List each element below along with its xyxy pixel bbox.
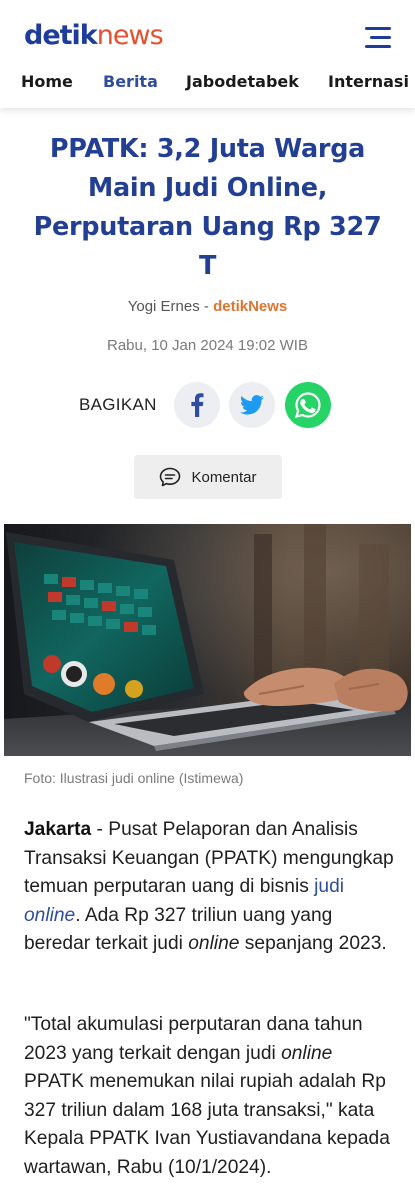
article-paragraph-1: Jakarta - Pusat Pelaporan dan Analisis T… bbox=[24, 816, 396, 959]
publish-date: Rabu, 10 Jan 2024 19:02 WIB bbox=[107, 337, 308, 354]
whatsapp-icon bbox=[294, 392, 321, 419]
comment-icon bbox=[160, 467, 181, 487]
article-paragraph-2: "Total akumulasi perputaran dana tahun 2… bbox=[24, 1011, 396, 1182]
author-name[interactable]: Yogi Ernes bbox=[128, 298, 200, 315]
nav-item-jabodetabek[interactable]: Jabodetabek bbox=[186, 72, 299, 91]
nav-item-home[interactable]: Home bbox=[21, 72, 73, 91]
italic-term: online bbox=[188, 933, 240, 954]
site-header: detiknews Home Berita Jabodetabek Intern… bbox=[0, 0, 415, 108]
nav-item-berita[interactable]: Berita bbox=[103, 72, 158, 91]
article-photo bbox=[4, 524, 411, 756]
share-label: BAGIKAN bbox=[79, 395, 157, 414]
italic-term: online bbox=[281, 1042, 333, 1064]
article-title: PPATK: 3,2 Juta Warga Main Judi Online, … bbox=[33, 134, 382, 281]
article-byline: Yogi Ernes - detikNews bbox=[0, 298, 415, 315]
comment-button[interactable]: Komentar bbox=[134, 455, 282, 499]
logo-part-2: news bbox=[96, 20, 164, 51]
category-nav: Home Berita Jabodetabek Internasi bbox=[0, 72, 415, 94]
byline-separator: - bbox=[199, 298, 214, 315]
logo-part-1: detik bbox=[24, 20, 98, 51]
twitter-share-button[interactable] bbox=[229, 382, 275, 428]
hamburger-menu-icon[interactable] bbox=[365, 27, 393, 49]
detiknews-logo[interactable]: detiknews bbox=[24, 20, 164, 52]
paragraph-text: sepanjang 2023. bbox=[239, 933, 387, 954]
online-gambling-laptop-illustration bbox=[4, 524, 411, 756]
link-text: online bbox=[24, 904, 76, 926]
photo-caption: Foto: Ilustrasi judi online (Istimewa) bbox=[24, 770, 244, 786]
facebook-share-button[interactable] bbox=[174, 382, 220, 428]
source-name[interactable]: detikNews bbox=[213, 298, 287, 315]
nav-item-internasional[interactable]: Internasi bbox=[328, 72, 409, 91]
comment-label: Komentar bbox=[191, 468, 257, 486]
link-text: judi bbox=[314, 876, 345, 897]
dateline: Jakarta bbox=[24, 819, 92, 840]
facebook-icon bbox=[191, 393, 204, 417]
whatsapp-share-button[interactable] bbox=[285, 382, 331, 428]
paragraph-text: PPATK menemukan nilai rupiah adalah Rp 3… bbox=[24, 1071, 390, 1178]
twitter-icon bbox=[240, 395, 264, 415]
